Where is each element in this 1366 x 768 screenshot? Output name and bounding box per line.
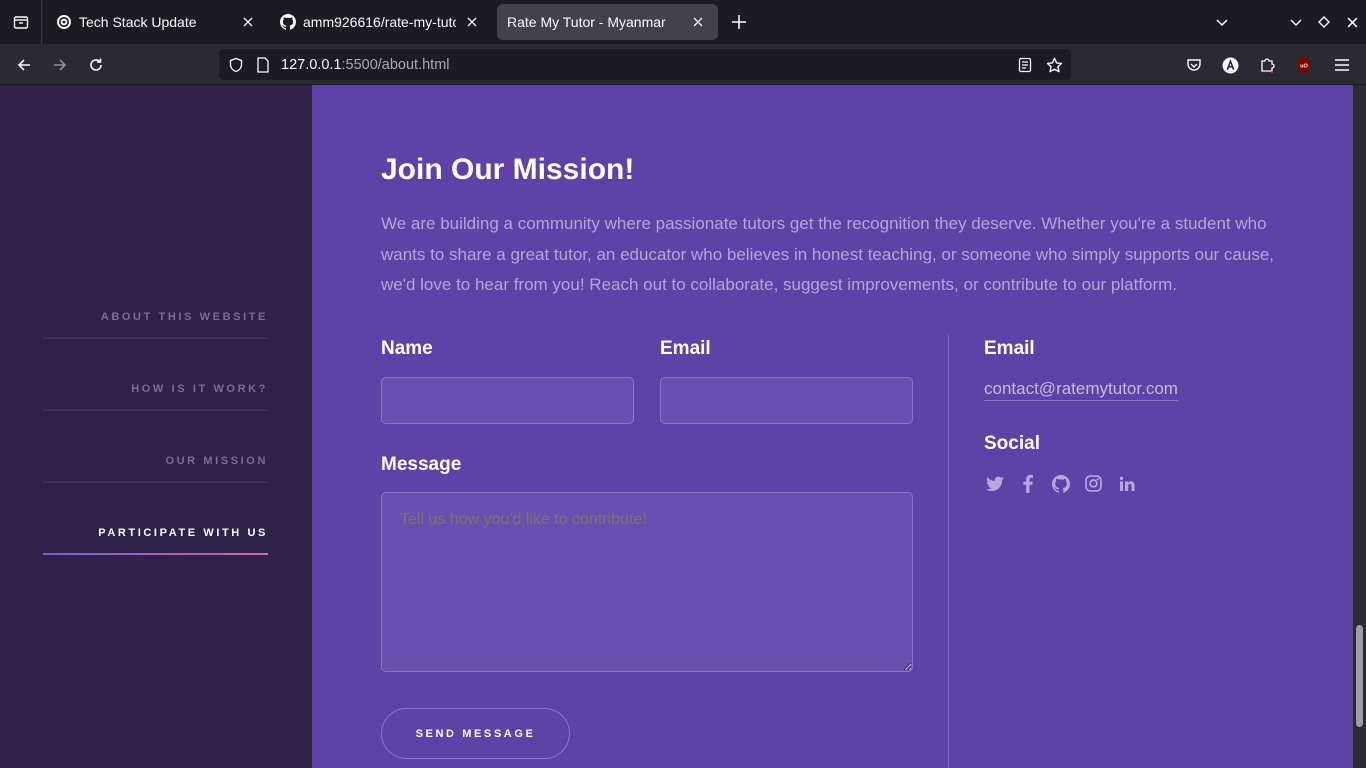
puzzle-icon — [1261, 58, 1275, 73]
browser-nav-bar: 127.0.0.1:5500/about.html uO — [0, 44, 1366, 85]
reload-button[interactable] — [83, 52, 109, 78]
extensions-button[interactable] — [1256, 54, 1278, 76]
diamond-icon — [1318, 16, 1330, 28]
main-content: Join Our Mission! We are building a comm… — [312, 85, 1353, 768]
new-tab-button[interactable] — [727, 10, 751, 34]
arrow-right-icon — [54, 59, 67, 71]
bookmark-star-icon[interactable] — [1045, 56, 1063, 74]
name-label: Name — [381, 338, 433, 359]
scrollbar-thumb[interactable] — [1356, 625, 1363, 727]
message-label: Message — [381, 454, 462, 475]
sidebar-item-how-it-works[interactable]: HOW IS IT WORK? — [43, 383, 268, 411]
social-heading: Social — [984, 433, 1040, 454]
tab-title: Rate My Tutor - Myanmar — [507, 14, 666, 30]
sidebar-item-participate[interactable]: PARTICIPATE WITH US — [43, 527, 268, 555]
page-title: Join Our Mission! — [381, 153, 635, 186]
reader-view-icon[interactable] — [1016, 56, 1034, 74]
page-info-icon[interactable] — [254, 56, 272, 74]
firefox-view-button[interactable] — [0, 0, 42, 44]
plus-icon — [732, 15, 746, 29]
reload-icon — [90, 58, 102, 71]
close-tab-icon[interactable] — [238, 12, 258, 32]
tab-title: Tech Stack Update — [79, 14, 197, 30]
pocket-icon — [1187, 59, 1201, 71]
account-avatar-icon — [1222, 57, 1238, 73]
window-maximize-button[interactable] — [1312, 10, 1336, 34]
email-input[interactable] — [660, 377, 913, 424]
forward-button[interactable] — [47, 52, 73, 78]
close-tab-icon[interactable] — [462, 12, 482, 32]
contact-email-heading: Email — [984, 338, 1035, 359]
chevron-down-icon — [1290, 19, 1302, 27]
ublock-origin-button[interactable]: uO — [1293, 54, 1315, 76]
intro-paragraph: We are building a community where passio… — [381, 214, 1275, 294]
window-minimize-button[interactable] — [1284, 10, 1308, 34]
url-path: :5500/about.html — [341, 57, 450, 73]
window-close-button[interactable] — [1340, 10, 1364, 34]
close-tab-icon[interactable] — [688, 12, 708, 32]
list-all-tabs-button[interactable] — [1210, 10, 1234, 34]
tab-rate-my-tutor[interactable]: Rate My Tutor - Myanmar — [497, 4, 718, 40]
browser-tab-bar: Tech Stack Update amm926616/rate-my-tuto… — [0, 0, 1366, 44]
social-links — [984, 473, 1137, 494]
instagram-icon[interactable] — [1083, 473, 1104, 494]
svg-text:uO: uO — [1300, 63, 1308, 69]
email-label: Email — [660, 338, 711, 359]
github-icon — [280, 14, 296, 30]
app-menu-button[interactable] — [1331, 54, 1353, 76]
url-host: 127.0.0.1 — [281, 57, 342, 73]
name-input[interactable] — [381, 377, 634, 424]
chevron-down-icon — [1216, 19, 1228, 27]
firefox-view-icon — [13, 16, 28, 29]
linkedin-icon[interactable] — [1116, 473, 1137, 494]
sidebar-item-about[interactable]: ABOUT THIS WEBSITE — [43, 311, 268, 339]
contact-email-link[interactable]: contact@ratemytutor.com — [984, 379, 1178, 401]
message-textarea[interactable] — [381, 492, 913, 672]
tab-github-repo[interactable]: amm926616/rate-my-tutor — [270, 4, 492, 40]
address-bar[interactable]: 127.0.0.1:5500/about.html — [219, 49, 1071, 80]
sidebar: ABOUT THIS WEBSITE HOW IS IT WORK? OUR M… — [0, 85, 312, 768]
facebook-icon[interactable] — [1017, 473, 1038, 494]
github-icon[interactable] — [1050, 473, 1071, 494]
column-divider — [948, 335, 949, 768]
page-viewport: ABOUT THIS WEBSITE HOW IS IT WORK? OUR M… — [0, 85, 1366, 768]
send-message-button[interactable]: SEND MESSAGE — [381, 708, 570, 759]
pocket-button[interactable] — [1183, 54, 1205, 76]
sidebar-item-our-mission[interactable]: OUR MISSION — [43, 455, 268, 483]
back-button[interactable] — [11, 52, 37, 78]
account-button[interactable] — [1219, 54, 1241, 76]
close-icon — [1347, 17, 1357, 27]
arrow-left-icon — [17, 59, 30, 71]
tab-title: amm926616/rate-my-tutor — [303, 14, 456, 30]
ublock-origin-icon: uO — [1297, 57, 1311, 73]
shield-icon[interactable] — [227, 56, 245, 74]
hamburger-menu-icon — [1335, 59, 1349, 71]
openai-icon — [57, 15, 71, 29]
url-text: 127.0.0.1:5500/about.html — [281, 57, 450, 73]
twitter-icon[interactable] — [984, 473, 1005, 494]
tab-tech-stack-update[interactable]: Tech Stack Update — [46, 4, 268, 40]
